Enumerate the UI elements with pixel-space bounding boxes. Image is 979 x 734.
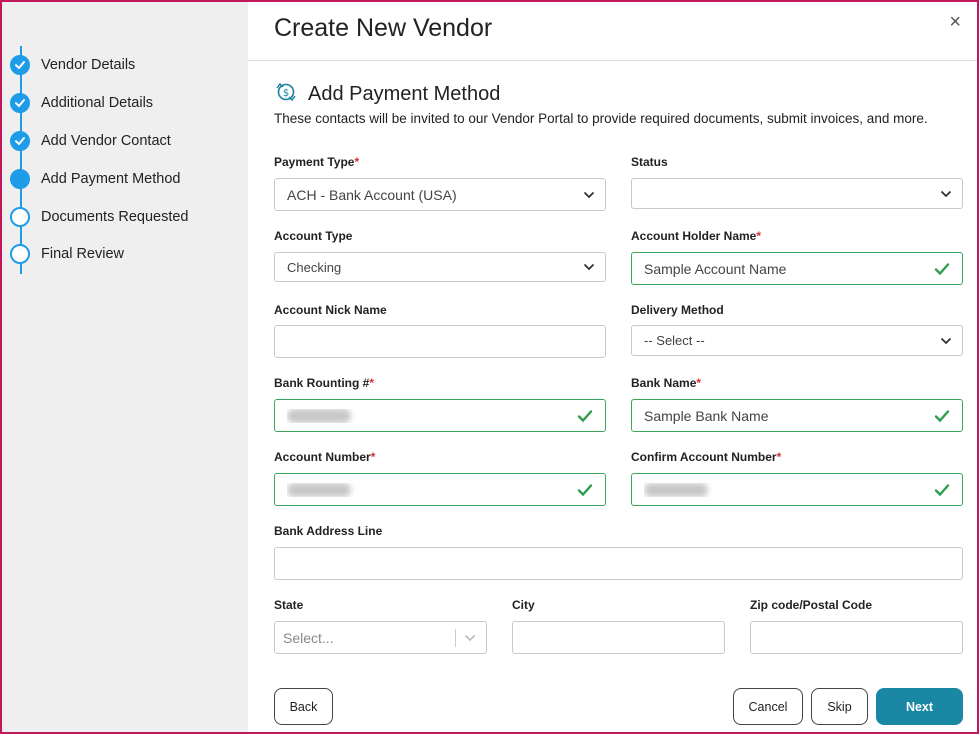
chevron-down-icon (940, 337, 954, 345)
section-title: Add Payment Method (308, 83, 501, 105)
step-label: Documents Requested (41, 209, 189, 225)
step-label: Vendor Details (41, 57, 136, 73)
confirm-account-number-input[interactable] (631, 473, 963, 506)
stepper-sidebar: Vendor Details Additional Details Add Ve… (2, 2, 248, 732)
modal-header: Create New Vendor × (248, 2, 977, 61)
payment-method-icon: $ (274, 80, 298, 109)
chevron-down-icon (940, 190, 954, 198)
stepper-line (20, 46, 22, 274)
bank-name-input[interactable]: Sample Bank Name (631, 399, 963, 432)
check-icon (10, 93, 30, 113)
step-final-review[interactable]: Final Review (10, 243, 124, 265)
svg-text:$: $ (283, 88, 289, 99)
chevron-down-icon (583, 263, 597, 271)
account-holder-name-input[interactable]: Sample Account Name (631, 252, 963, 285)
delivery-method-label: Delivery Method (631, 303, 724, 317)
step-label: Additional Details (41, 95, 154, 111)
state-label: State (274, 598, 304, 612)
section-description: These contacts will be invited to our Ve… (274, 111, 928, 126)
delivery-method-value: -- Select -- (644, 333, 705, 348)
check-icon (934, 483, 954, 497)
current-step-dot-icon (10, 169, 30, 189)
bank-name-value: Sample Bank Name (644, 407, 769, 424)
chevron-down-icon (464, 634, 478, 642)
check-icon (10, 55, 30, 75)
bank-routing-value (287, 408, 577, 423)
bank-address-line-input[interactable] (274, 547, 963, 580)
account-type-label: Account Type (274, 229, 353, 243)
account-holder-name-label: Account Holder Name* (631, 229, 762, 243)
skip-button[interactable]: Skip (811, 688, 868, 725)
zip-code-input[interactable] (750, 621, 963, 654)
bank-address-line-label: Bank Address Line (274, 524, 383, 538)
main-panel: Create New Vendor × $ Add Payment Method… (248, 2, 977, 732)
state-placeholder: Select... (283, 629, 334, 646)
zip-code-label: Zip code/Postal Code (750, 598, 873, 612)
city-label: City (512, 598, 535, 612)
check-icon (934, 409, 954, 423)
account-nick-name-label: Account Nick Name (274, 303, 387, 317)
step-vendor-details[interactable]: Vendor Details (10, 54, 135, 76)
redacted-value (287, 482, 351, 497)
account-number-input[interactable] (274, 473, 606, 506)
check-icon (934, 262, 954, 276)
step-add-vendor-contact[interactable]: Add Vendor Contact (10, 130, 171, 152)
bank-name-label: Bank Name* (631, 376, 702, 390)
redacted-value (644, 482, 708, 497)
confirm-account-number-value (644, 482, 934, 497)
modal-title: Create New Vendor (274, 14, 493, 42)
state-select[interactable]: Select... (274, 621, 487, 654)
confirm-account-number-label: Confirm Account Number* (631, 450, 782, 464)
city-input[interactable] (512, 621, 725, 654)
status-select[interactable] (631, 178, 963, 209)
section-header: $ Add Payment Method (274, 80, 500, 109)
account-nick-name-input[interactable] (274, 325, 606, 358)
check-icon (577, 409, 597, 423)
step-additional-details[interactable]: Additional Details (10, 92, 153, 114)
payment-type-select[interactable]: ACH - Bank Account (USA) (274, 178, 606, 211)
payment-type-value: ACH - Bank Account (USA) (287, 186, 457, 203)
bank-routing-input[interactable] (274, 399, 606, 432)
cancel-button[interactable]: Cancel (733, 688, 803, 725)
account-type-value: Checking (287, 259, 342, 275)
redacted-value (287, 408, 351, 423)
status-label: Status (631, 155, 668, 169)
check-icon (10, 131, 30, 151)
step-label: Add Vendor Contact (41, 133, 171, 149)
account-holder-name-value: Sample Account Name (644, 260, 787, 277)
payment-type-label: Payment Type* (274, 155, 360, 169)
account-type-select[interactable]: Checking (274, 252, 606, 282)
delivery-method-select[interactable]: -- Select -- (631, 325, 963, 356)
pending-step-dot-icon (10, 244, 30, 264)
select-separator (455, 628, 456, 647)
step-documents-requested[interactable]: Documents Requested (10, 206, 189, 228)
back-button[interactable]: Back (274, 688, 333, 725)
next-button[interactable]: Next (876, 688, 963, 725)
bank-routing-label: Bank Rounting #* (274, 376, 375, 390)
chevron-down-icon (583, 191, 597, 199)
account-number-value (287, 482, 577, 497)
account-number-label: Account Number* (274, 450, 376, 464)
modal-frame: Vendor Details Additional Details Add Ve… (0, 0, 979, 734)
step-add-payment-method[interactable]: Add Payment Method (10, 168, 180, 190)
check-icon (577, 483, 597, 497)
pending-step-dot-icon (10, 207, 30, 227)
close-icon[interactable]: × (949, 12, 961, 32)
step-label: Add Payment Method (41, 171, 181, 187)
step-label: Final Review (41, 246, 124, 262)
